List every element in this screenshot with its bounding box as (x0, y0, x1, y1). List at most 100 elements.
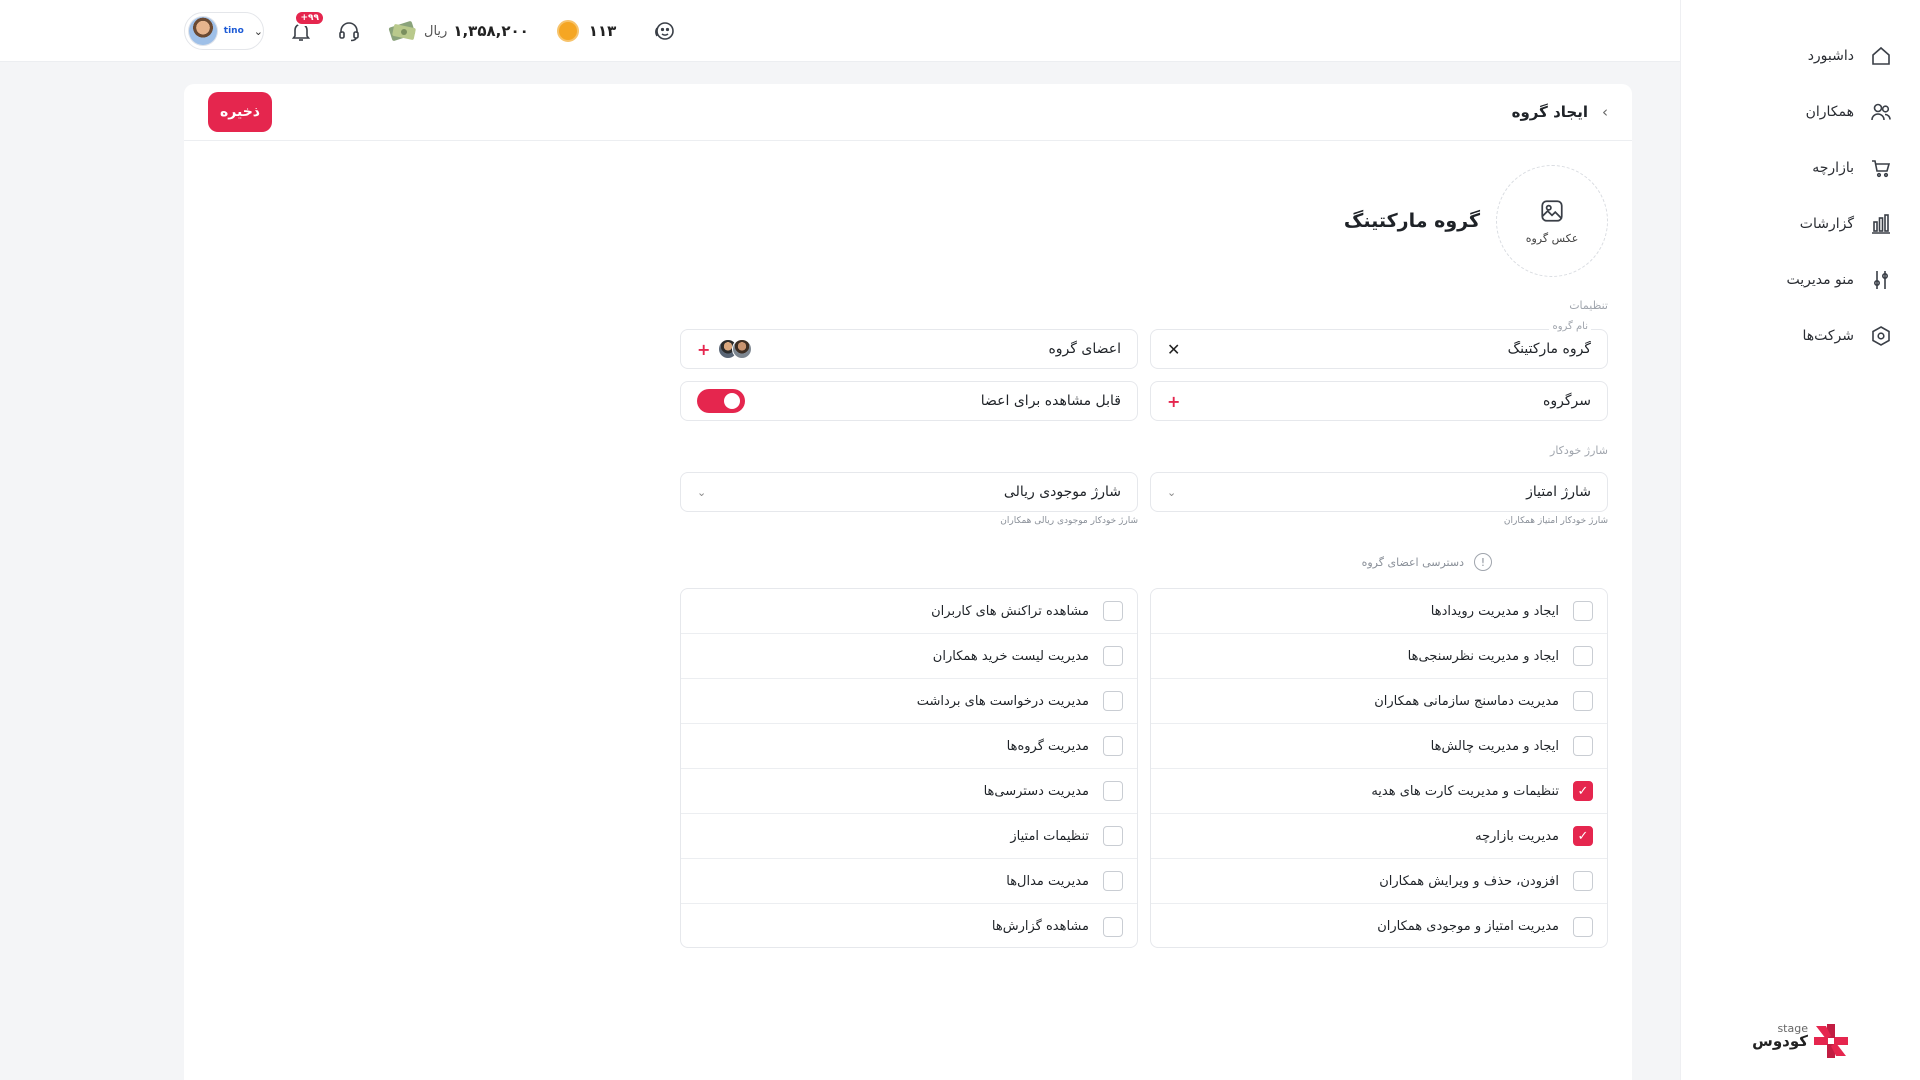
permission-row[interactable]: ایجاد و مدیریت رویدادها (1151, 589, 1607, 634)
checkbox[interactable] (1103, 871, 1123, 891)
mood-button[interactable] (648, 16, 678, 46)
members-label: اعضای گروه (1048, 341, 1121, 357)
permission-row[interactable]: مدیریت درخواست های برداشت (681, 679, 1137, 724)
cart-icon (1868, 155, 1894, 181)
auto-charge-section-label: شارژ خودکار (1550, 444, 1608, 457)
checkbox[interactable] (1573, 601, 1593, 621)
support-button[interactable] (334, 16, 364, 46)
group-leader-field[interactable]: سرگروه + (1150, 381, 1608, 421)
points-charge-select[interactable]: شارژ امتیاز ⌄ (1150, 472, 1608, 512)
chevron-down-icon: ⌄ (253, 24, 263, 38)
permission-row[interactable]: مشاهده تراکنش های کاربران (681, 589, 1137, 634)
sidebar-item-companies[interactable]: شرکت‌ها (1681, 308, 1920, 364)
notification-badge: +۹۹ (294, 10, 325, 26)
permission-row[interactable]: مدیریت لیست خرید همکاران (681, 634, 1137, 679)
permission-row[interactable]: مدیریت بازارچه (1151, 814, 1607, 859)
permission-row[interactable]: مشاهده گزارش‌ها (681, 904, 1137, 947)
sidebar-item-label: بازارچه (1812, 160, 1854, 176)
points-balance[interactable]: ۱۱۳ (556, 20, 616, 42)
group-photo-label: عکس گروه (1525, 231, 1579, 245)
permission-row[interactable]: مدیریت گروه‌ها (681, 724, 1137, 769)
permission-label: مدیریت دماسنج سازمانی همکاران (1374, 693, 1559, 709)
group-name-input[interactable] (1291, 341, 1591, 357)
save-button[interactable]: ذخیره (208, 92, 272, 132)
chevron-down-icon: ⌄ (697, 485, 707, 499)
group-photo-upload[interactable]: عکس گروه (1496, 165, 1608, 277)
visibility-toggle[interactable] (697, 389, 745, 413)
wallet-unit: ریال (424, 23, 448, 39)
rial-charge-helper: شارژ خودکار موجودی ریالی همکاران (1000, 516, 1138, 526)
permission-row[interactable]: مدیریت مدال‌ها (681, 859, 1137, 904)
group-title: گروه مارکتینگ (1343, 210, 1480, 232)
checkbox[interactable] (1573, 916, 1593, 937)
coin-icon (556, 20, 579, 42)
brand-logo-icon (1814, 1024, 1848, 1058)
rial-charge-label: شارژ موجودی ریالی (1003, 484, 1121, 500)
permission-label: مدیریت درخواست های برداشت (916, 693, 1089, 709)
permissions-left-column: مشاهده تراکنش های کاربران مدیریت لیست خر… (680, 588, 1138, 948)
sidebar-item-label: منو مدیریت (1786, 272, 1854, 288)
checkbox[interactable] (1573, 826, 1593, 846)
checkbox[interactable] (1103, 826, 1123, 846)
chart-icon (1868, 211, 1894, 237)
permission-label: مدیریت بازارچه (1475, 828, 1559, 844)
checkbox[interactable] (1103, 646, 1123, 666)
add-leader-icon[interactable]: + (1167, 392, 1180, 411)
permission-row[interactable]: مدیریت امتیاز و موجودی همکاران (1151, 904, 1607, 947)
clear-icon[interactable]: ✕ (1167, 340, 1180, 359)
wallet-balance[interactable]: ریال ۱,۳۵۸,۲۰۰ (388, 20, 529, 42)
checkbox[interactable] (1103, 736, 1123, 756)
sidebar-item-market[interactable]: بازارچه (1681, 140, 1920, 196)
members-field[interactable]: اعضای گروه + (680, 329, 1138, 369)
permission-label: افزودن، حذف و ویرایش همکاران (1379, 873, 1559, 889)
headset-icon (337, 19, 361, 43)
topbar-actions: tino ⌄ +۹۹ ریال ۱,۳۵۸,۲۰۰ ۱۱۳ (184, 10, 678, 50)
sidebar-item-colleagues[interactable]: همکاران (1681, 84, 1920, 140)
wallet-amount: ۱,۳۵۸,۲۰۰ (453, 22, 529, 40)
permission-row[interactable]: ایجاد و مدیریت چالش‌ها (1151, 724, 1607, 769)
permission-row[interactable]: مدیریت دسترسی‌ها (681, 769, 1137, 814)
image-icon (1539, 198, 1565, 224)
permission-row[interactable]: تنظیمات و مدیریت کارت های هدیه (1151, 769, 1607, 814)
permission-row[interactable]: مدیریت دماسنج سازمانی همکاران (1151, 679, 1607, 724)
permission-row[interactable]: افزودن، حذف و ویرایش همکاران (1151, 859, 1607, 904)
sliders-icon (1868, 267, 1894, 293)
topbar: tino ⌄ +۹۹ ریال ۱,۳۵۸,۲۰۰ ۱۱۳ (0, 0, 1680, 62)
content-card: › ایجاد گروه ذخیره عکس گروه گروه مارکتین… (184, 84, 1632, 1080)
add-member-icon[interactable]: + (697, 340, 710, 359)
permission-row[interactable]: ایجاد و مدیریت نظرسنجی‌ها (1151, 634, 1607, 679)
permission-label: تنظیمات و مدیریت کارت های هدیه (1371, 783, 1559, 799)
sidebar-item-admin-menu[interactable]: منو مدیریت (1681, 252, 1920, 308)
permission-label: تنظیمات امتیاز (1010, 828, 1089, 844)
money-icon (388, 21, 416, 41)
users-icon (1868, 99, 1894, 125)
permission-row[interactable]: تنظیمات امتیاز (681, 814, 1137, 859)
user-menu[interactable]: tino ⌄ (184, 12, 264, 50)
checkbox[interactable] (1103, 916, 1123, 937)
brand: کودوس stage (1752, 1022, 1848, 1058)
permission-label: مشاهده گزارش‌ها (991, 919, 1089, 934)
permissions-right-column: ایجاد و مدیریت رویدادها ایجاد و مدیریت ن… (1150, 588, 1608, 948)
back-chevron-icon[interactable]: › (1602, 103, 1608, 121)
checkbox[interactable] (1573, 781, 1593, 801)
permission-label: ایجاد و مدیریت رویدادها (1430, 603, 1559, 619)
settings-section-label: تنظیمات (1569, 299, 1608, 312)
sidebar-item-reports[interactable]: گزارشات (1681, 196, 1920, 252)
info-icon[interactable]: ! (1474, 553, 1492, 571)
mood-icon (651, 19, 675, 43)
checkbox[interactable] (1573, 736, 1593, 756)
rial-charge-select[interactable]: شارژ موجودی ریالی ⌄ (680, 472, 1138, 512)
checkbox[interactable] (1573, 871, 1593, 891)
checkbox[interactable] (1573, 646, 1593, 666)
notifications-button[interactable]: +۹۹ (286, 10, 325, 46)
brand-tag: stage (1777, 1022, 1808, 1035)
checkbox[interactable] (1103, 691, 1123, 711)
permission-label: مدیریت دسترسی‌ها (983, 783, 1089, 799)
permission-label: مدیریت لیست خرید همکاران (932, 648, 1089, 664)
sidebar-item-dashboard[interactable]: داشبورد (1681, 28, 1920, 84)
visibility-field: قابل مشاهده برای اعضا (680, 381, 1138, 421)
checkbox[interactable] (1103, 781, 1123, 801)
group-name-field[interactable]: نام گروه ✕ (1150, 321, 1608, 369)
checkbox[interactable] (1103, 601, 1123, 621)
checkbox[interactable] (1573, 691, 1593, 711)
